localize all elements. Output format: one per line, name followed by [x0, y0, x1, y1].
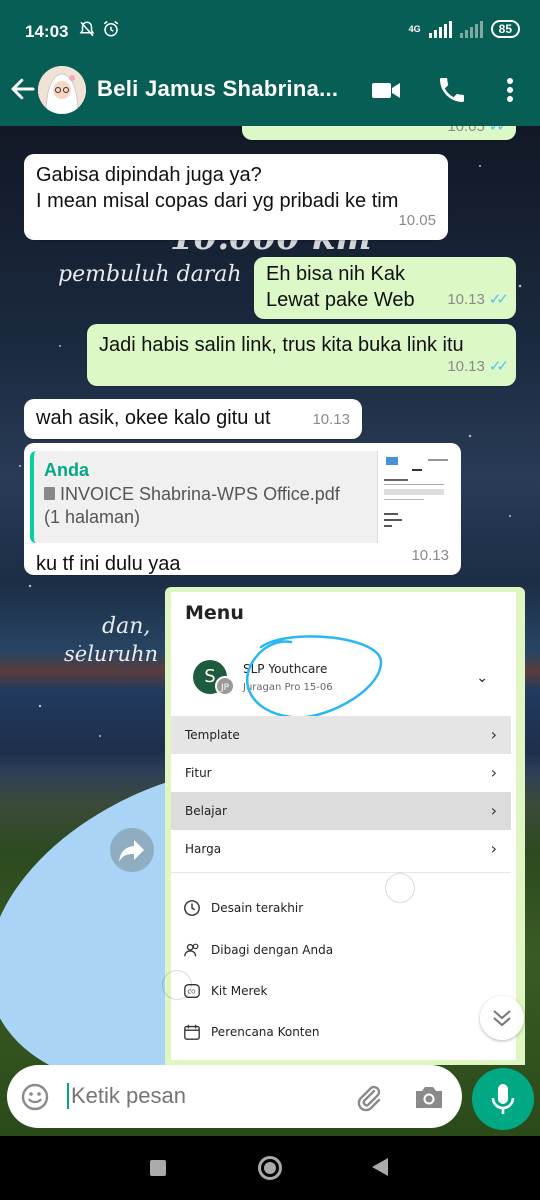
- menu-item-label: Kit Merek: [211, 984, 268, 998]
- chevron-right-icon: ›: [490, 725, 497, 744]
- message-bubble-incoming[interactable]: Anda INVOICE Shabrina-WPS Office.pdf (1 …: [24, 443, 461, 575]
- emoji-icon[interactable]: [19, 1081, 51, 1113]
- recents-button[interactable]: [150, 1160, 166, 1176]
- mute-notification-icon: [79, 21, 95, 37]
- shared-users-icon: [184, 943, 199, 957]
- message-text: wah asik, okee kalo gitu ut: [36, 407, 271, 429]
- message-bubble-partial[interactable]: 10.05 ✓✓: [242, 126, 516, 140]
- read-ticks-icon: ✓✓: [488, 126, 509, 135]
- chevron-down-icon[interactable]: ⌄: [476, 670, 488, 686]
- menu-item-label: Desain terakhir: [211, 901, 304, 915]
- read-ticks-icon: ✓✓: [488, 291, 509, 308]
- menu-row-label: Fitur: [185, 766, 212, 780]
- wallpaper-text-3: dan,: [102, 614, 151, 639]
- battery-indicator: 85: [490, 20, 520, 38]
- quoted-file-name: INVOICE Shabrina-WPS Office.pdf: [60, 484, 340, 504]
- menu-row-harga[interactable]: Harga ›: [171, 830, 511, 868]
- network-type: 4G: [408, 24, 421, 34]
- touch-indicator: [162, 970, 192, 1000]
- doodle-circle: [245, 635, 383, 719]
- chat-header: Beli Jamus Shabrina...: [0, 60, 540, 126]
- signal2-icon: [459, 20, 483, 38]
- message-time: 10.05: [447, 126, 485, 135]
- more-icon[interactable]: [494, 74, 526, 106]
- message-input-bar: [7, 1065, 462, 1128]
- status-bar: 14:03 4G 85: [0, 0, 540, 60]
- menu-item-label: Dibagi dengan Anda: [211, 943, 334, 957]
- message-text: Gabisa dipindah juga ya?: [36, 164, 262, 186]
- menu-item-shared[interactable]: Dibagi dengan Anda: [183, 936, 333, 964]
- forward-button[interactable]: [110, 828, 154, 872]
- menu-item-planner[interactable]: Perencana Konten: [183, 1018, 320, 1046]
- message-bubble-incoming[interactable]: wah asik, okee kalo gitu ut 10.13: [24, 399, 362, 439]
- avatar-illustration: [38, 66, 86, 114]
- document-preview-image: [384, 457, 448, 527]
- status-time: 14:03: [25, 22, 69, 41]
- chat-title[interactable]: Beli Jamus Shabrina...: [97, 76, 338, 102]
- video-call-icon[interactable]: [370, 74, 402, 106]
- status-right: 4G 85: [409, 20, 520, 38]
- divider: [171, 872, 511, 873]
- message-bubble-outgoing[interactable]: Eh bisa nih Kak Lewat pake Web 10.13 ✓✓: [254, 257, 516, 319]
- message-text: ku tf ini dulu yaa: [36, 553, 181, 575]
- chevron-right-icon: ›: [490, 839, 497, 858]
- menu-row-fitur[interactable]: Fitur ›: [171, 754, 511, 792]
- touch-indicator: [385, 873, 415, 903]
- status-icons: [78, 20, 120, 38]
- forward-icon: [119, 840, 144, 862]
- menu-item-label: Perencana Konten: [211, 1025, 320, 1039]
- alarm-icon: [103, 20, 119, 37]
- quoted-message[interactable]: Anda INVOICE Shabrina-WPS Office.pdf (1 …: [30, 451, 455, 543]
- camera-icon[interactable]: [412, 1081, 446, 1113]
- menu-row-label: Harga: [185, 842, 222, 856]
- message-time: 10.13: [447, 291, 485, 308]
- message-time: 10.13: [411, 547, 449, 564]
- message-bubble-incoming[interactable]: Gabisa dipindah juga ya? I mean misal co…: [24, 154, 448, 240]
- menu-item-brand-kit[interactable]: CO Kit Merek: [183, 977, 267, 1005]
- message-time: 10.13: [447, 358, 485, 375]
- mic-icon: [491, 1084, 515, 1114]
- signal-icon: [428, 20, 452, 38]
- clock-icon: [184, 900, 200, 916]
- message-time: 10.05: [398, 212, 436, 229]
- menu-row-label: Template: [185, 728, 240, 742]
- phone-icon[interactable]: [436, 74, 468, 106]
- scroll-down-icon: [493, 1010, 511, 1027]
- quoted-author: Anda: [44, 460, 89, 480]
- menu-row-template[interactable]: Template ›: [171, 716, 511, 754]
- chevron-right-icon: ›: [490, 801, 497, 820]
- wallpaper-text-2: pembuluh darah: [58, 262, 242, 287]
- menu-item-recent[interactable]: Desain terakhir: [183, 894, 303, 922]
- quoted-file-pages: (1 halaman): [44, 507, 141, 527]
- avatar[interactable]: [38, 66, 86, 114]
- chevron-right-icon: ›: [490, 763, 497, 782]
- system-nav-bar: [0, 1136, 540, 1200]
- voice-record-button[interactable]: [472, 1068, 534, 1130]
- message-text: Eh bisa nih Kak: [266, 263, 405, 285]
- home-button[interactable]: [258, 1156, 282, 1180]
- menu-row-label: Belajar: [185, 804, 227, 818]
- message-text: Jadi habis salin link, trus kita buka li…: [99, 334, 464, 356]
- wallpaper-text-4: seluruhn: [64, 642, 159, 666]
- scroll-down-button[interactable]: [480, 996, 524, 1040]
- menu-screenshot[interactable]: Menu S JP SLP Youthcare Juragan Pro 15-0…: [171, 592, 516, 1060]
- message-time: 10.13: [312, 411, 350, 428]
- document-thumbnail: [377, 451, 455, 543]
- menu-row-belajar[interactable]: Belajar ›: [171, 792, 511, 830]
- message-text: I mean misal copas dari yg pribadi ke ti…: [36, 190, 399, 212]
- message-bubble-outgoing[interactable]: Jadi habis salin link, trus kita buka li…: [87, 324, 516, 386]
- quoted-file: INVOICE Shabrina-WPS Office.pdf: [44, 483, 365, 506]
- message-input[interactable]: [67, 1083, 327, 1109]
- attach-icon[interactable]: [352, 1081, 384, 1113]
- read-ticks-icon: ✓✓: [488, 358, 509, 375]
- back-arrow-icon[interactable]: [8, 74, 38, 104]
- menu-title: Menu: [185, 602, 244, 624]
- calendar-icon: [184, 1024, 200, 1040]
- document-icon: [44, 487, 55, 500]
- back-button[interactable]: [372, 1158, 388, 1176]
